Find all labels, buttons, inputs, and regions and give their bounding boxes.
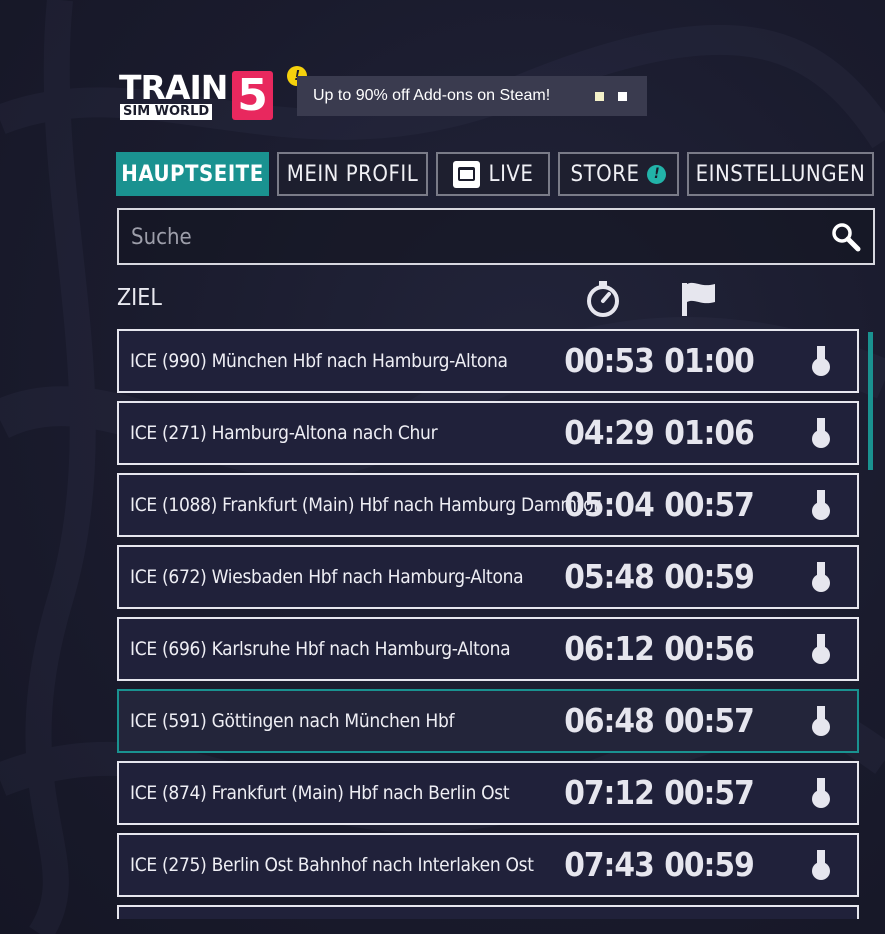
tab-mein-profil-label: MEIN PROFIL [286,161,419,187]
list-item[interactable]: ICE (696) Karlsruhe Hbf nach Hamburg-Alt… [117,617,859,681]
medal-icon [812,418,830,448]
service-time: 07:12 [564,773,655,812]
list-item[interactable]: ICE (874) Frankfurt (Main) Hbf nach Berl… [117,761,859,825]
tab-einstellungen[interactable]: EINSTELLUNGEN [687,152,874,196]
medal-icon [812,562,830,592]
logo-train-text: TRAIN [119,68,228,107]
service-time: 00:53 [564,341,655,380]
service-list: ICE (990) München Hbf nach Hamburg-Alton… [117,329,859,919]
promo-pagination [595,92,627,101]
search-input[interactable] [129,210,823,265]
list-scrollbar[interactable] [868,332,873,470]
list-item[interactable]: ICE (672) Wiesbaden Hbf nach Hamburg-Alt… [117,545,859,609]
medal-icon [812,490,830,520]
service-name: ICE (874) Frankfurt (Main) Hbf nach Berl… [130,782,510,804]
promo-banner[interactable]: Up to 90% off Add-ons on Steam! [297,76,647,116]
medal-icon [812,706,830,736]
tab-store-label: STORE [570,161,640,187]
search-icon[interactable] [831,222,861,252]
medal-icon [812,634,830,664]
service-time: 06:12 [564,629,655,668]
medal-icon [812,850,830,880]
list-item[interactable]: ICE (271) Hamburg-Altona nach Chur 04:29… [117,401,859,465]
tab-live-label: LIVE [488,161,534,187]
service-time: 06:48 [564,701,655,740]
tab-mein-profil[interactable]: MEIN PROFIL [277,152,428,196]
service-name: ICE (990) München Hbf nach Hamburg-Alton… [130,350,508,372]
game-logo: TRAIN SIM WORLD 5 [119,71,274,121]
service-name: ICE (696) Karlsruhe Hbf nach Hamburg-Alt… [130,638,511,660]
list-item[interactable]: ICE (990) München Hbf nach Hamburg-Alton… [117,329,859,393]
promo-text: Up to 90% off Add-ons on Steam! [313,87,551,104]
tab-hauptseite-label: HAUPTSEITE [121,161,264,187]
service-name: ICE (275) Berlin Ost Bahnhof nach Interl… [130,854,534,876]
service-duration: 00:57 [664,773,755,812]
logo-sim-world-text: SIM WORLD [120,104,213,120]
timer-icon[interactable] [584,280,622,318]
list-item[interactable]: ICE (275) Berlin Ost Bahnhof nach Interl… [117,833,859,897]
tab-live[interactable]: LIVE [436,152,550,196]
tab-hauptseite[interactable]: HAUPTSEITE [116,152,269,196]
tab-store[interactable]: STORE ! [558,152,679,196]
service-duration: 00:57 [664,701,755,740]
promo-dot-2[interactable] [618,92,627,101]
medal-icon [812,346,830,376]
service-duration: 01:06 [664,413,755,452]
promo-dot-1[interactable] [595,92,604,101]
service-duration: 00:59 [664,557,755,596]
flag-icon[interactable] [679,280,719,318]
medal-icon [812,778,830,808]
service-duration: 00:57 [664,485,755,524]
service-name: ICE (1088) Frankfurt (Main) Hbf nach Ham… [130,494,601,516]
service-duration: 01:00 [664,341,755,380]
service-name: ICE (672) Wiesbaden Hbf nach Hamburg-Alt… [130,566,524,588]
service-time: 05:48 [564,557,655,596]
list-item-selected[interactable]: ICE (591) Göttingen nach München Hbf 06:… [117,689,859,753]
service-time: 07:43 [564,845,655,884]
service-duration: 00:56 [664,629,755,668]
column-header-ziel: ZIEL [117,285,162,311]
live-icon [452,160,480,188]
search-bar [117,208,875,265]
service-duration: 00:59 [664,845,755,884]
tab-einstellungen-label: EINSTELLUNGEN [695,161,866,187]
service-name: ICE (271) Hamburg-Altona nach Chur [130,422,438,444]
service-time: 05:04 [564,485,655,524]
logo-number: 5 [232,71,273,120]
service-time: 04:29 [564,413,655,452]
service-name: ICE (591) Göttingen nach München Hbf [130,710,455,732]
store-alert-icon: ! [647,164,667,184]
list-item[interactable]: ICE (1088) Frankfurt (Main) Hbf nach Ham… [117,473,859,537]
list-item-partial[interactable] [117,905,859,919]
